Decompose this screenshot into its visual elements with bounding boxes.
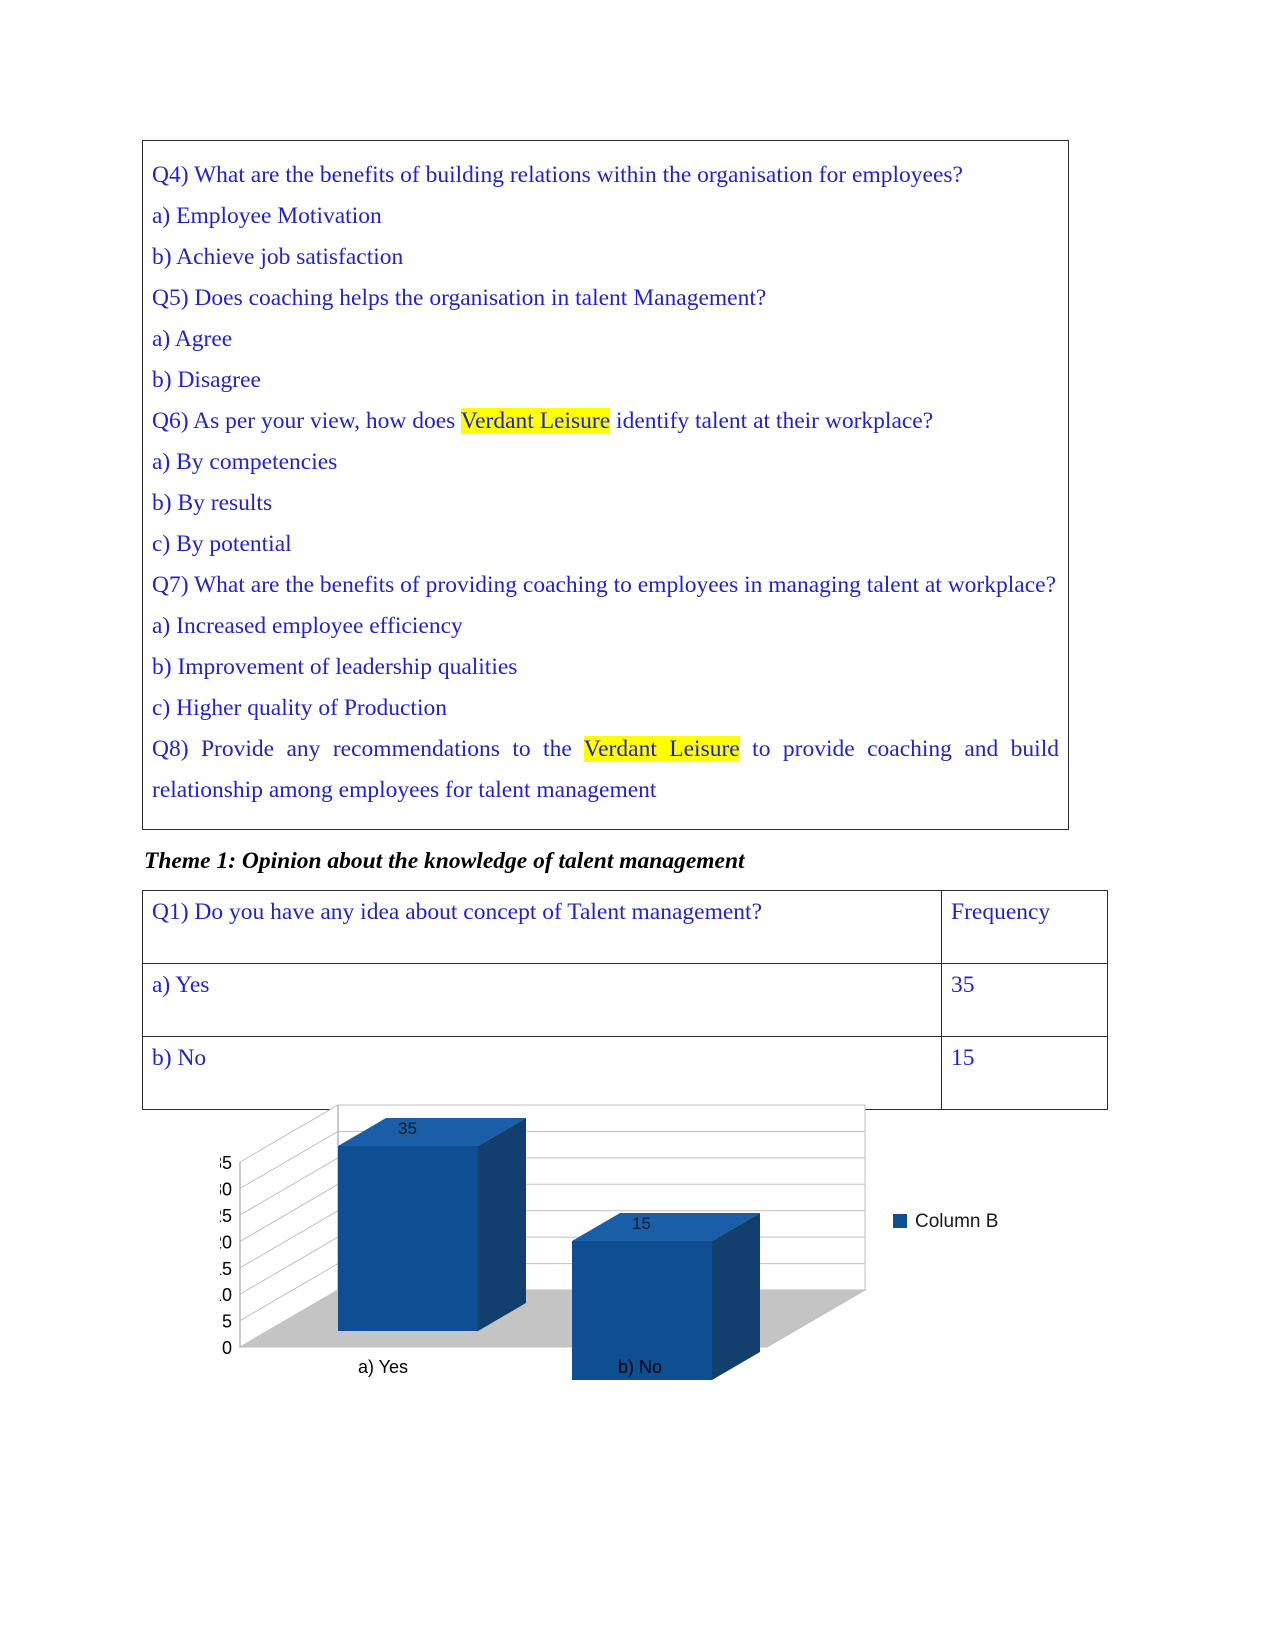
- q6-highlighted-company: Verdant Leisure: [460, 408, 611, 434]
- q6-text-before: Q6) As per your view, how does: [152, 408, 461, 434]
- legend-swatch-icon: [893, 1214, 907, 1228]
- q8-text-before: Q8) Provide any recommendations to the: [152, 736, 584, 762]
- chart-y-tick-labels: 35 30 25 20 15 10 5 0: [220, 1153, 232, 1358]
- y-tick-25: 25: [220, 1206, 232, 1226]
- question-line-q8: Q8) Provide any recommendations to the V…: [152, 729, 1059, 811]
- x-category-label-no: b) No: [618, 1357, 662, 1377]
- option-line-q7b: b) Improvement of leadership qualities: [152, 654, 518, 680]
- legend-label-column-b: Column B: [915, 1211, 998, 1232]
- q8-highlighted-company: Verdant Leisure: [583, 736, 740, 762]
- y-tick-5: 5: [222, 1312, 232, 1332]
- question-line-q6: Q6) As per your view, how does Verdant L…: [152, 401, 1059, 442]
- option-line-q6a: a) By competencies: [152, 449, 338, 475]
- q6-text-after: identify talent at their workplace?: [610, 408, 934, 434]
- option-line-q6b: b) By results: [152, 490, 273, 516]
- data-label-no: 15: [632, 1214, 651, 1233]
- y-tick-30: 30: [220, 1180, 232, 1200]
- document-page: Q4) What are the benefits of building re…: [0, 0, 1275, 1651]
- y-tick-20: 20: [220, 1232, 232, 1252]
- questionnaire-box: Q4) What are the benefits of building re…: [142, 140, 1069, 830]
- x-category-label-yes: a) Yes: [358, 1357, 408, 1377]
- option-line-q5a: a) Agree: [152, 326, 233, 352]
- option-line-q6c: c) By potential: [152, 531, 292, 557]
- data-label-yes: 35: [398, 1119, 417, 1138]
- bar-series-no: [572, 1213, 760, 1380]
- chart-canvas: 35 15 35 30 25 20 15 10 5 0 a): [220, 1104, 998, 1380]
- option-line-q4a: a) Employee Motivation: [152, 203, 382, 229]
- bar-chart: 35 15 35 30 25 20 15 10 5 0 a): [220, 1090, 1020, 1390]
- option-line-q5b: b) Disagree: [152, 367, 261, 393]
- option-line-q7c: c) Higher quality of Production: [152, 695, 447, 721]
- table-cell-label-yes: a) Yes: [142, 963, 942, 1037]
- y-tick-15: 15: [220, 1259, 232, 1279]
- y-tick-10: 10: [220, 1285, 232, 1305]
- chart-legend: Column B: [893, 1211, 998, 1232]
- option-line-q7a: a) Increased employee efficiency: [152, 613, 463, 639]
- bar-side-yes: [478, 1118, 526, 1331]
- bar-series-yes: [338, 1118, 526, 1331]
- question-line-q4: Q4) What are the benefits of building re…: [152, 162, 963, 188]
- table-header-row: Q1) Do you have any idea about concept o…: [142, 890, 1108, 964]
- bar-front-yes: [338, 1146, 478, 1331]
- frequency-table: Q1) Do you have any idea about concept o…: [142, 890, 1108, 1110]
- option-line-q4b: b) Achieve job satisfaction: [152, 244, 404, 270]
- y-tick-35: 35: [220, 1153, 232, 1173]
- y-tick-0: 0: [222, 1338, 232, 1358]
- bar-side-no: [712, 1213, 760, 1380]
- table-row: a) Yes 35: [142, 963, 1108, 1037]
- question-line-q5: Q5) Does coaching helps the organisation…: [152, 285, 767, 311]
- question-line-q7: Q7) What are the benefits of providing c…: [152, 572, 1057, 598]
- table-cell-value-yes: 35: [941, 963, 1108, 1037]
- theme-heading: Theme 1: Opinion about the knowledge of …: [144, 848, 745, 874]
- table-header-frequency: Frequency: [941, 890, 1108, 964]
- table-header-question: Q1) Do you have any idea about concept o…: [142, 890, 942, 964]
